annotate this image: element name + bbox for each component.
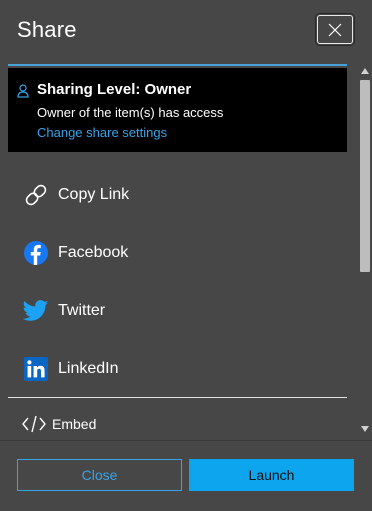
code-icon <box>22 415 46 433</box>
close-dialog-button[interactable]: Close <box>17 459 182 491</box>
sharing-level-description: Owner of the item(s) has access <box>37 105 224 120</box>
share-option-twitter[interactable]: Twitter <box>20 291 340 331</box>
share-option-label: Facebook <box>58 244 129 261</box>
sharing-level-panel: Sharing Level: Owner Owner of the item(s… <box>8 68 347 152</box>
change-share-settings-link[interactable]: Change share settings <box>37 125 167 140</box>
share-option-label: Copy Link <box>58 186 130 203</box>
share-option-copy-link[interactable]: Copy Link <box>20 175 340 215</box>
scroll-down-arrow-icon[interactable] <box>361 426 369 432</box>
dialog-header: Share <box>0 0 372 64</box>
share-option-label: LinkedIn <box>58 360 119 377</box>
link-icon <box>25 184 47 206</box>
sharing-level-title: Sharing Level: Owner <box>37 81 192 98</box>
close-button[interactable] <box>315 13 355 46</box>
launch-button[interactable]: Launch <box>189 459 354 491</box>
scroll-up-arrow-icon[interactable] <box>361 68 369 74</box>
embed-option[interactable]: Embed <box>22 415 96 433</box>
dialog-title: Share <box>17 17 77 42</box>
linkedin-icon <box>24 357 48 381</box>
close-icon <box>328 23 342 36</box>
footer-divider <box>0 440 372 441</box>
user-icon <box>17 84 29 98</box>
scrollbar-thumb[interactable] <box>360 80 370 272</box>
share-option-facebook[interactable]: Facebook <box>20 233 340 273</box>
vertical-scrollbar[interactable] <box>358 66 372 438</box>
share-options-panel: Sharing Level: Owner Owner of the item(s… <box>0 64 358 438</box>
twitter-icon <box>23 300 49 321</box>
share-option-linkedin[interactable]: LinkedIn <box>20 349 340 389</box>
share-option-label: Twitter <box>58 302 106 319</box>
section-divider <box>8 397 347 398</box>
embed-label: Embed <box>52 416 97 432</box>
facebook-icon <box>24 241 48 265</box>
